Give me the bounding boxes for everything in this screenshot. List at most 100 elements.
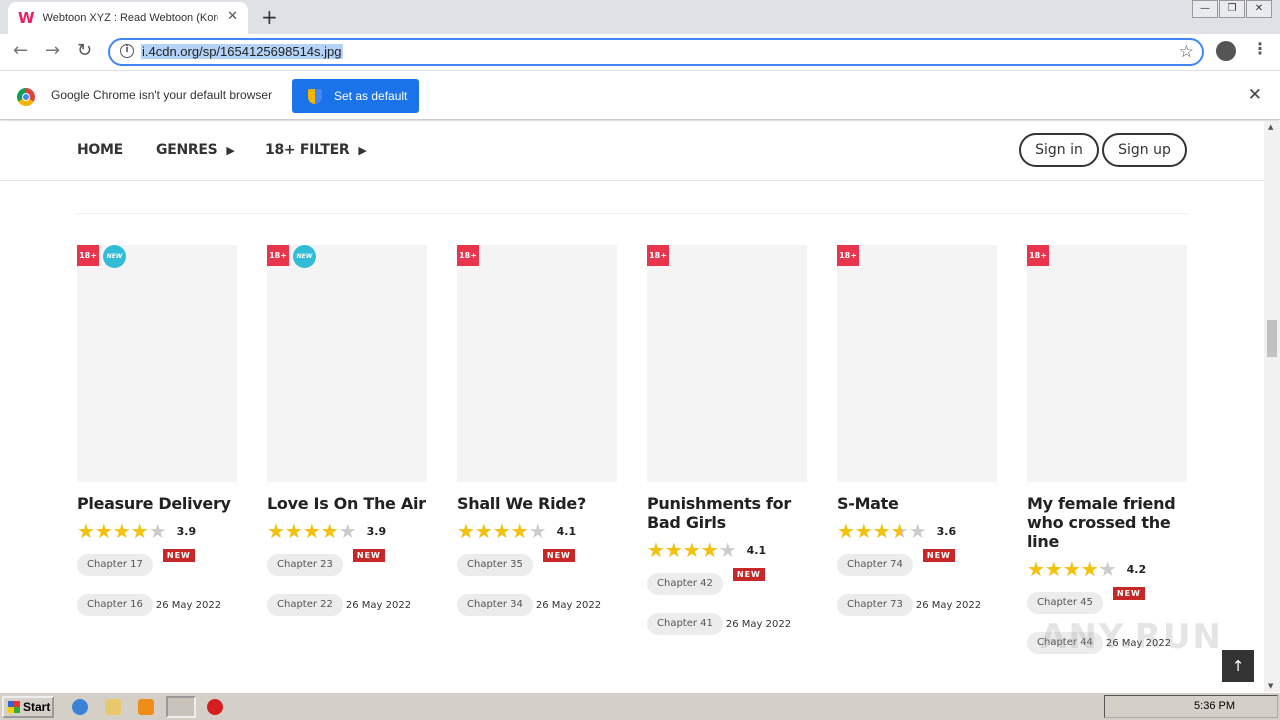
close-icon[interactable]: ✕ [227,9,238,24]
star-rating-icon: ★★★★★★★★★★ [267,519,357,543]
adult-badge: 18+ [647,245,669,266]
system-tray: 5:36 PM [1104,695,1278,718]
chapter-link[interactable]: Chapter 34 [457,594,533,616]
chapter-link[interactable]: Chapter 73 [837,594,913,616]
webtoon-card[interactable]: 18+ My female friend who crossed the lin… [1027,245,1189,655]
window-close-icon[interactable]: ✕ [1246,0,1272,18]
url-text[interactable]: i.4cdn.org/sp/1654125698514s.jpg [141,44,343,59]
minimize-icon[interactable]: — [1192,0,1218,18]
new-tab-icon[interactable]: + [261,5,278,29]
scrollbar-thumb[interactable] [1267,320,1277,357]
cover-image[interactable]: 18+ NEW [77,245,237,482]
rating-value: 3.9 [176,524,197,538]
bookmark-star-icon[interactable]: ☆ [1179,42,1194,62]
adult-badge: 18+ [77,245,99,266]
stop-icon[interactable] [207,699,223,715]
menu-dots-icon[interactable]: ⋮ [1252,39,1268,58]
star-rating-icon: ★★★★★★★★★★ [837,519,927,543]
card-title[interactable]: Pleasure Delivery [77,494,239,513]
rating-value: 4.1 [746,543,767,557]
start-button[interactable]: Start [2,696,54,718]
chapter-row: Chapter 34 26 May 2022 [457,593,619,617]
chrome-taskbar-icon[interactable] [166,696,196,718]
sign-up-button[interactable]: Sign up [1102,133,1187,167]
infobar-close-icon[interactable]: ✕ [1248,85,1262,105]
chapter-link[interactable]: Chapter 74 [837,554,913,576]
webtoon-card[interactable]: 18+ S-Mate ★★★★★★★★★★ 3.6 Chapter 74 NEW… [837,245,999,617]
restore-icon[interactable]: ❐ [1219,0,1245,18]
chapter-row: Chapter 45 NEW [1027,587,1189,615]
infobar-message: Google Chrome isn't your default browser [51,88,273,102]
nav-home[interactable]: HOME [77,142,123,158]
star-rating-icon: ★★★★★★★★★★ [77,519,167,543]
ie-icon[interactable] [72,699,88,715]
scroll-up-icon[interactable]: ▲ [1268,123,1273,131]
reload-icon[interactable]: ↻ [77,40,92,61]
chapter-link[interactable]: Chapter 23 [267,554,343,576]
triangle-right-icon: ▶ [226,144,235,157]
chapter-link[interactable]: Chapter 22 [267,594,343,616]
rating: ★★★★★★★★★★ 4.2 [1027,559,1189,579]
shield-icon [308,88,322,104]
set-default-button[interactable]: Set as default [292,79,419,113]
adult-badge: 18+ [1027,245,1049,266]
webtoon-favicon-icon: W [18,9,35,27]
browser-tab[interactable]: W Webtoon XYZ : Read Webtoon (Korean ✕ [8,2,248,34]
rating-value: 4.1 [556,524,577,538]
new-tag: NEW [732,568,765,581]
media-player-icon[interactable] [138,699,154,715]
back-to-top-icon[interactable]: ↑ [1222,650,1254,682]
webtoon-card[interactable]: 18+ NEW Love Is On The Air ★★★★★★★★★★ 3.… [267,245,429,617]
star-rating-icon: ★★★★★★★★★★ [1027,557,1117,581]
nav-filter-label: 18+ FILTER [265,142,350,158]
rating: ★★★★★★★★★★ 4.1 [457,521,619,541]
browser-toolbar: ← → ↻ i i.4cdn.org/sp/1654125698514s.jpg… [0,34,1280,70]
card-title[interactable]: S-Mate [837,494,999,513]
tab-strip: W Webtoon XYZ : Read Webtoon (Korean ✕ +… [0,0,1280,34]
webtoon-card[interactable]: 18+ Punishments for Bad Girls ★★★★★★★★★★… [647,245,809,636]
window-controls: — ❐ ✕ [1191,0,1272,18]
rating: ★★★★★★★★★★ 3.9 [77,521,239,541]
triangle-right-icon: ▶ [358,144,367,157]
info-icon[interactable]: i [120,44,134,58]
back-icon[interactable]: ← [13,40,28,61]
page-scrollbar[interactable]: ▲ ▼ [1264,121,1280,692]
card-title[interactable]: Punishments for Bad Girls [647,494,809,532]
chapter-link[interactable]: Chapter 45 [1027,592,1103,614]
cover-image[interactable]: 18+ [457,245,617,482]
folder-icon[interactable] [105,699,121,715]
chapter-link[interactable]: Chapter 35 [457,554,533,576]
clock: 5:36 PM [1194,700,1235,712]
default-browser-infobar: Google Chrome isn't your default browser… [0,70,1280,120]
webtoon-card[interactable]: 18+ NEW Pleasure Delivery ★★★★★★★★★★ 3.9… [77,245,239,617]
new-tag: NEW [352,549,385,562]
cover-image[interactable]: 18+ [647,245,807,482]
chapter-row: Chapter 74 NEW [837,549,999,577]
address-bar[interactable]: i i.4cdn.org/sp/1654125698514s.jpg ☆ [108,38,1204,66]
forward-icon[interactable]: → [45,40,60,61]
chrome-logo-icon [17,88,35,106]
card-title[interactable]: Love Is On The Air [267,494,429,513]
chapter-link[interactable]: Chapter 16 [77,594,153,616]
card-title[interactable]: My female friend who crossed the line [1027,494,1189,551]
cover-image[interactable]: 18+ [1027,245,1187,482]
nav-genres[interactable]: GENRES ▶ [156,142,235,158]
chapter-link[interactable]: Chapter 17 [77,554,153,576]
webtoon-card[interactable]: 18+ Shall We Ride? ★★★★★★★★★★ 4.1 Chapte… [457,245,619,617]
card-title[interactable]: Shall We Ride? [457,494,619,513]
new-badge: NEW [293,245,316,268]
sign-in-button[interactable]: Sign in [1019,133,1099,167]
cover-image[interactable]: 18+ [837,245,997,482]
chapter-row: Chapter 22 26 May 2022 [267,593,429,617]
nav-18-filter[interactable]: 18+ FILTER ▶ [265,142,367,158]
chapter-row: Chapter 73 26 May 2022 [837,593,999,617]
chapter-date: 26 May 2022 [345,599,412,611]
cover-image[interactable]: 18+ NEW [267,245,427,482]
scroll-down-icon[interactable]: ▼ [1268,682,1273,690]
adult-badge: 18+ [837,245,859,266]
new-tag: NEW [1112,587,1145,600]
chapter-link[interactable]: Chapter 42 [647,573,723,595]
chapter-link[interactable]: Chapter 41 [647,613,723,635]
account-icon[interactable] [1216,41,1236,61]
chapter-row: Chapter 42 NEW [647,568,809,596]
